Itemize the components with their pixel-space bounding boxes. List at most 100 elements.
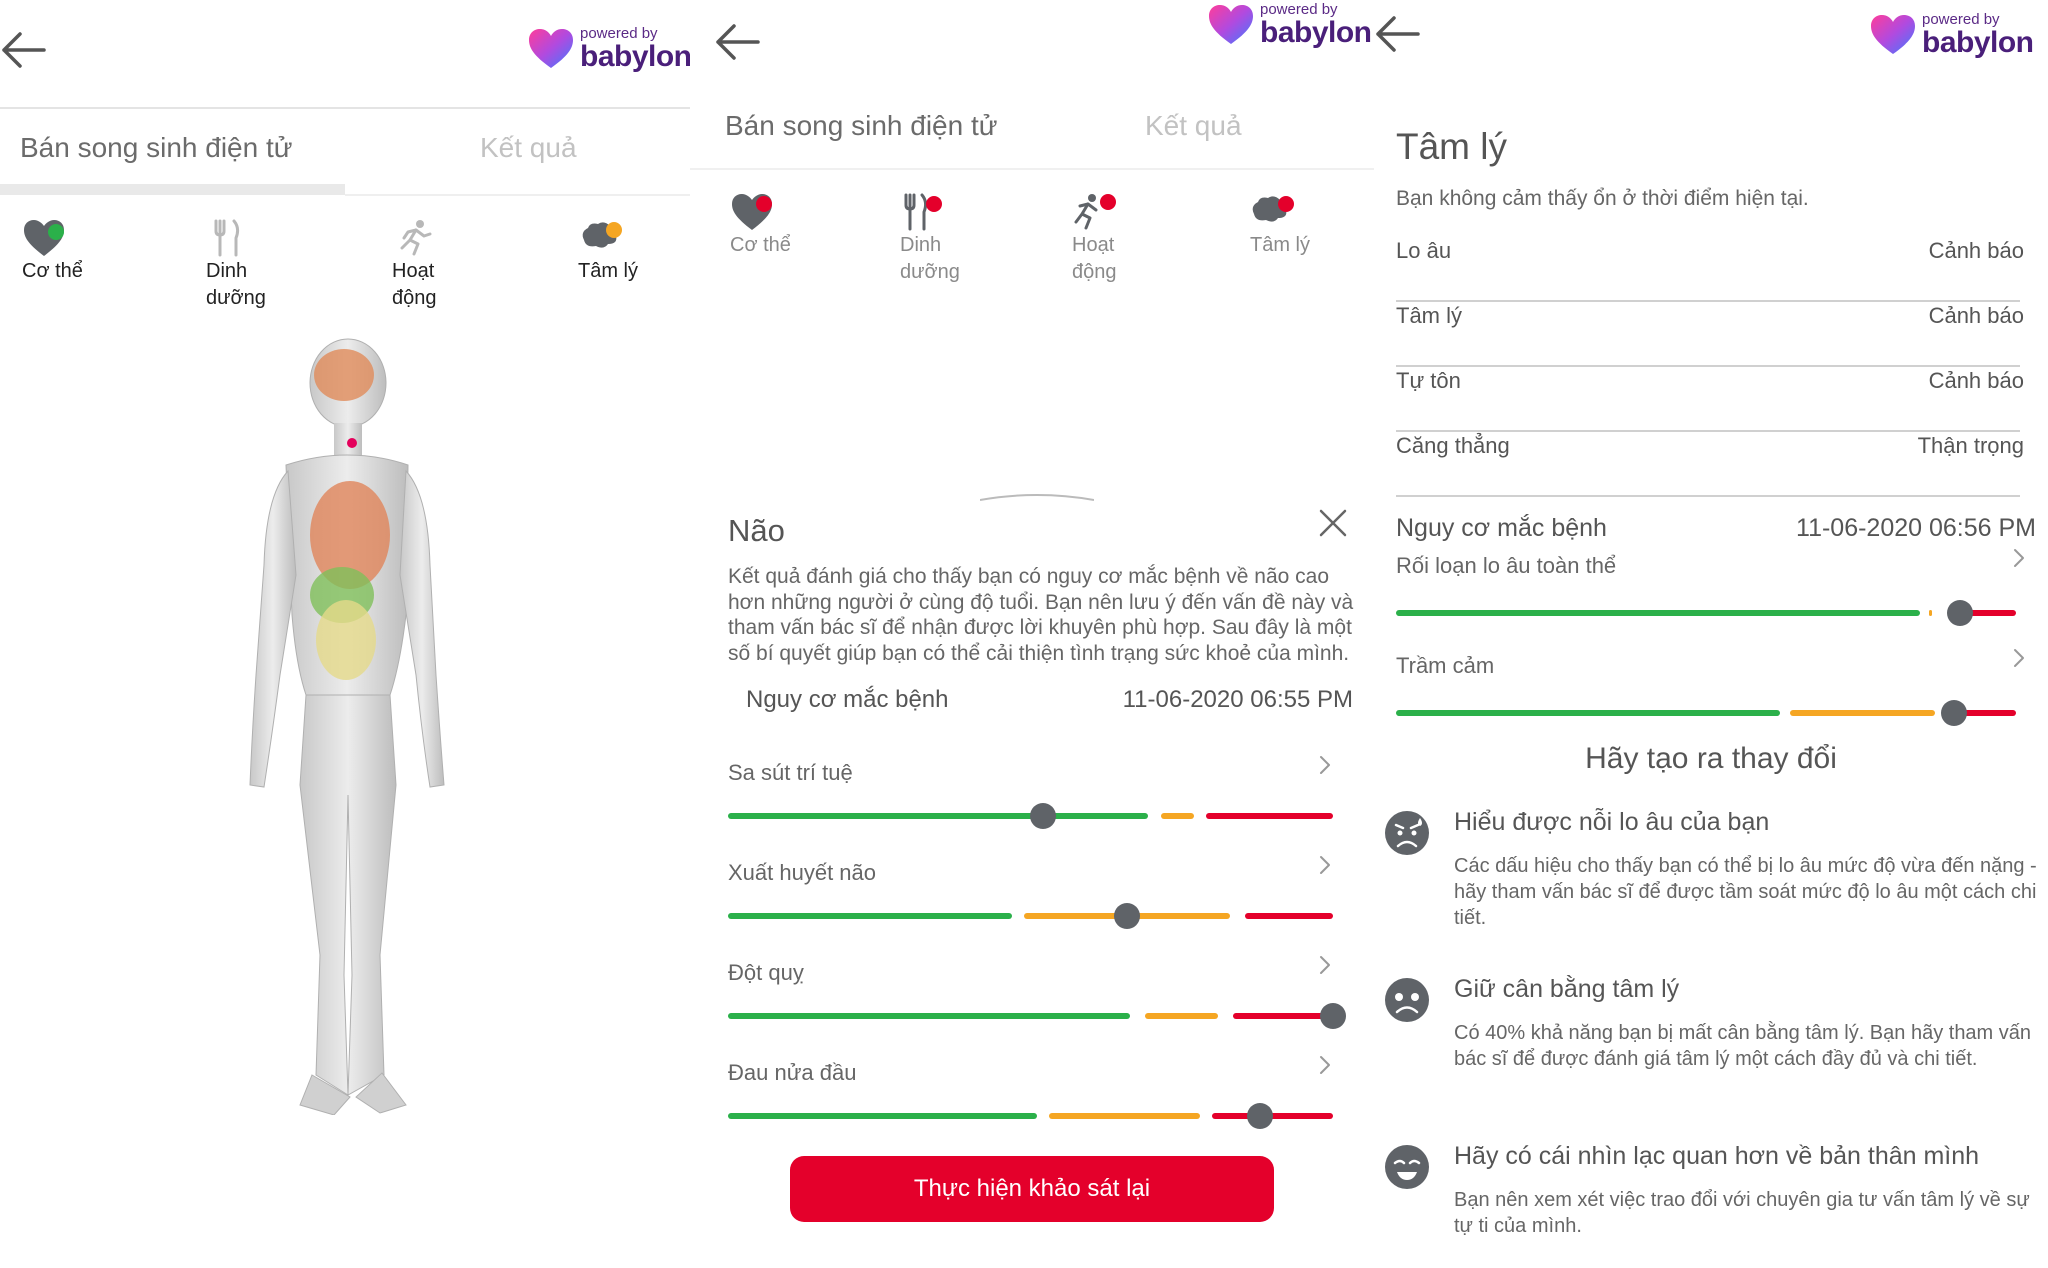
- back-arrow-icon[interactable]: [0, 30, 46, 70]
- back-arrow-icon[interactable]: [1374, 14, 1420, 54]
- psych-status-value: Cảnh báo: [1928, 368, 2024, 393]
- category-activity[interactable]: Hoạt động: [1072, 192, 1117, 286]
- retake-survey-button[interactable]: Thực hiện khảo sát lại: [790, 1156, 1274, 1222]
- risk-row[interactable]: Rối loạn lo âu toàn thể: [1374, 549, 2048, 626]
- risk-slider-knob[interactable]: [1947, 600, 1974, 626]
- babylon-logo: powered by babylon: [1208, 2, 1372, 48]
- tab-digital-twin[interactable]: Bán song sinh điện tử: [725, 110, 997, 142]
- worried-face-icon: [1384, 810, 1430, 856]
- babylon-heart-icon: [1208, 4, 1254, 46]
- sad-face-icon: [1384, 977, 1430, 1023]
- tab-divider: [345, 194, 690, 196]
- brand-name: babylon: [1260, 16, 1372, 49]
- risk-label: Nguy cơ mắc bệnh: [746, 686, 949, 713]
- psych-status-name: Căng thẳng: [1396, 433, 1510, 458]
- chevron-right-icon[interactable]: [1318, 754, 1332, 776]
- risk-slider-knob[interactable]: [1029, 803, 1056, 829]
- sheet-handle[interactable]: [979, 488, 1095, 501]
- brain-detail-panel: powered by babylon Bán song sinh điện tử …: [690, 0, 1374, 1268]
- psych-status-value: Cảnh báo: [1928, 303, 2024, 328]
- psych-status-name: Tự tôn: [1396, 368, 1461, 393]
- risk-zone-high: [1245, 913, 1333, 919]
- digital-twin-panel: powered by babylon Bán song sinh điện tử …: [0, 0, 690, 1268]
- tab-results[interactable]: Kết quả: [480, 132, 577, 164]
- category-label: Dinh dưỡng: [900, 234, 960, 283]
- risk-zone-low: [728, 913, 1013, 919]
- category-psychology[interactable]: Tâm lý: [1250, 192, 1310, 259]
- risk-row[interactable]: Trầm cảm: [1374, 649, 2048, 726]
- psychology-panel: powered by babylon Tâm lý Bạn không cảm t…: [1374, 0, 2048, 1268]
- psych-status-row[interactable]: Lo âu Cảnh báo: [1374, 238, 2034, 288]
- running-icon: [392, 218, 436, 258]
- chevron-right-icon[interactable]: [2012, 547, 2026, 569]
- category-label: Dinh dưỡng: [206, 260, 266, 309]
- tab-digital-twin[interactable]: Bán song sinh điện tử: [20, 132, 292, 164]
- risk-zone-low: [728, 1113, 1037, 1119]
- category-nutrition[interactable]: Dinh dưỡng: [206, 218, 266, 312]
- risk-name: Đau nửa đầu: [728, 1060, 857, 1085]
- risk-name: Trầm cảm: [1396, 653, 1495, 678]
- risk-slider-track: [728, 903, 1333, 929]
- category-nutrition[interactable]: Dinh dưỡng: [900, 192, 960, 286]
- risk-slider-track: [728, 1003, 1346, 1029]
- brand-name: babylon: [1922, 26, 2034, 59]
- divider: [1396, 300, 2020, 302]
- risk-zone-high: [1205, 813, 1333, 819]
- category-label: Cơ thể: [22, 260, 83, 282]
- sheet-title: Não: [728, 513, 785, 548]
- risk-slider-track: [728, 803, 1333, 829]
- psych-status-row[interactable]: Tự tôn Cảnh báo: [1374, 368, 2034, 418]
- chevron-right-icon[interactable]: [1318, 1054, 1332, 1076]
- psych-status-row[interactable]: Tâm lý Cảnh báo: [1374, 303, 2034, 353]
- risk-name: Rối loạn lo âu toàn thể: [1396, 553, 1617, 578]
- risk-row[interactable]: Đột quỵ: [690, 956, 1374, 1040]
- category-label: Hoạt động: [392, 260, 437, 309]
- category-body[interactable]: Cơ thể: [730, 192, 791, 259]
- divider: [1396, 365, 2020, 367]
- running-icon: [1072, 192, 1116, 232]
- chevron-right-icon[interactable]: [1318, 854, 1332, 876]
- risk-zone-medium: [1929, 610, 1933, 616]
- tab-divider: [690, 168, 1374, 170]
- change-title: Hãy tạo ra thay đổi: [1585, 742, 1837, 775]
- psych-status-name: Lo âu: [1396, 238, 1452, 263]
- risk-row[interactable]: Sa sút trí tuệ: [690, 756, 1374, 840]
- back-arrow-icon[interactable]: [714, 22, 760, 62]
- category-activity[interactable]: Hoạt động: [392, 218, 437, 312]
- close-icon[interactable]: [1318, 508, 1348, 538]
- risk-slider-knob[interactable]: [1941, 700, 1967, 726]
- category-label: Tâm lý: [1250, 234, 1310, 256]
- risk-row[interactable]: Đau nửa đầu: [690, 1056, 1374, 1140]
- heart-icon: [22, 218, 66, 258]
- risk-name: Sa sút trí tuệ: [728, 760, 853, 785]
- risk-row[interactable]: Xuất huyết não: [690, 856, 1374, 940]
- risk-slider-knob[interactable]: [1114, 903, 1141, 929]
- tab-results[interactable]: Kết quả: [1145, 110, 1242, 142]
- page-title: Tâm lý: [1396, 126, 1507, 167]
- psych-status-value: Cảnh báo: [1928, 238, 2024, 263]
- category-psychology[interactable]: Tâm lý: [578, 218, 638, 285]
- risk-zone-medium: [1145, 1013, 1219, 1019]
- babylon-logo: powered by babylon: [528, 26, 690, 72]
- tip-body: Các dấu hiệu cho thấy bạn có thể bị lo â…: [1454, 855, 2037, 929]
- risk-name: Xuất huyết não: [728, 860, 877, 885]
- risk-zone-low: [1396, 710, 1781, 716]
- chevron-right-icon[interactable]: [2012, 647, 2026, 669]
- sheet-description: Kết quả đánh giá cho thấy bạn có nguy cơ…: [728, 565, 1354, 665]
- risk-zone-high: [1233, 1013, 1333, 1019]
- category-body[interactable]: Cơ thể: [22, 218, 83, 285]
- brain-icon: [1250, 192, 1294, 232]
- category-label: Hoạt động: [1072, 234, 1117, 283]
- risk-slider-knob[interactable]: [1247, 1103, 1274, 1129]
- risk-slider-knob[interactable]: [1320, 1003, 1346, 1029]
- brand-name: babylon: [580, 40, 690, 73]
- risk-zone-low: [1396, 610, 1920, 616]
- chevron-right-icon[interactable]: [1318, 954, 1332, 976]
- brain-icon: [578, 218, 622, 258]
- psych-status-row[interactable]: Căng thẳng Thận trọng: [1374, 433, 2034, 483]
- risk-zone-low: [728, 1013, 1131, 1019]
- divider: [1396, 430, 2020, 432]
- anatomy-model[interactable]: [230, 335, 470, 1116]
- fork-knife-icon: [900, 192, 944, 232]
- category-label: Tâm lý: [578, 260, 638, 282]
